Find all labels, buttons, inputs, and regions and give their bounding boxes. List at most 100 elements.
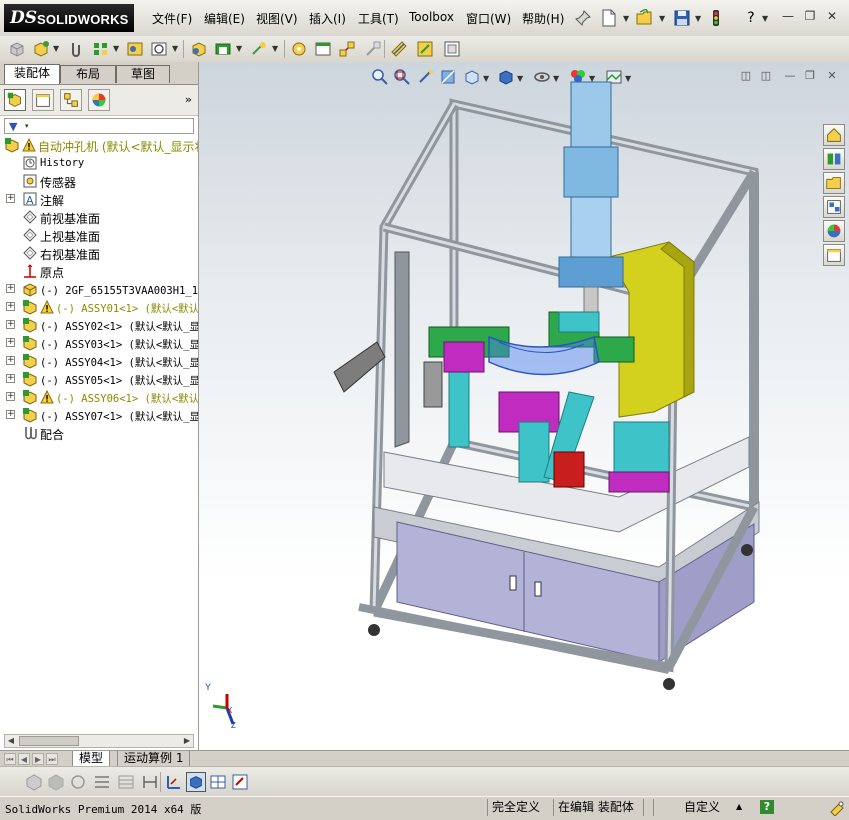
- tree-node[interactable]: 自动冲孔机 (默认<默认_显示状态-1>): [0, 136, 198, 154]
- last-tab-icon[interactable]: ⏭: [46, 753, 58, 765]
- tree-node[interactable]: + (-) ASSY03<1> (默认<默认_显示状态-1>): [0, 334, 198, 352]
- graphics-area[interactable]: ▼ ▼ ▼ ▼ ▼ ◫ ◫ — ❐ ✕ Y X Z: [199, 62, 849, 750]
- pin-icon[interactable]: [574, 9, 592, 27]
- menu-toolbox[interactable]: Toolbox: [409, 10, 454, 24]
- interference-detection-icon[interactable]: [390, 40, 408, 58]
- rebuild-status-icon[interactable]: [829, 800, 845, 816]
- previous-tab-icon[interactable]: ◀: [18, 753, 30, 765]
- unit-system-selector[interactable]: 自定义 ▲: [653, 799, 757, 816]
- wireframe-icon[interactable]: [92, 772, 112, 792]
- property-manager-tab-icon[interactable]: [32, 89, 54, 111]
- tree-node[interactable]: History: [0, 154, 198, 172]
- menu-window[interactable]: 窗口(W): [466, 10, 511, 27]
- tree-node[interactable]: 上视基准面: [0, 226, 198, 244]
- tree-filter[interactable]: ▼ ▾: [4, 118, 194, 134]
- tree-node[interactable]: + (-) ASSY06<1> (默认<默认_显示状态-1>): [0, 388, 198, 406]
- tab-assembly[interactable]: 装配体: [4, 64, 60, 84]
- filter-dropdown-icon[interactable]: ▾: [25, 122, 29, 130]
- view-settings-icon[interactable]: [230, 772, 250, 792]
- solidworks-resources-icon[interactable]: [823, 124, 845, 146]
- close-button[interactable]: ✕: [824, 9, 840, 23]
- hidden-lines-icon[interactable]: [68, 772, 88, 792]
- new-part-icon[interactable]: [32, 40, 50, 58]
- tree-horizontal-scrollbar[interactable]: ◀ ▶: [4, 734, 194, 748]
- tree-node[interactable]: + (-) ASSY01<1> (默认<默认_显示状态-1>): [0, 298, 198, 316]
- expand-icon[interactable]: +: [6, 410, 15, 419]
- custom-properties-icon[interactable]: [823, 244, 845, 266]
- menu-insert[interactable]: 插入(I): [309, 10, 346, 27]
- move-component-icon[interactable]: [150, 40, 168, 58]
- isometric-view-icon[interactable]: [186, 772, 206, 792]
- expand-icon[interactable]: +: [6, 302, 15, 311]
- tab-motion-study[interactable]: 运动算例 1: [117, 751, 191, 767]
- expand-icon[interactable]: +: [6, 392, 15, 401]
- configuration-manager-tab-icon[interactable]: [60, 89, 82, 111]
- tree-node[interactable]: + (-) ASSY02<1> (默认<默认_显示状态-1>): [0, 316, 198, 334]
- save-dropdown-icon[interactable]: ▼: [695, 14, 701, 23]
- first-tab-icon[interactable]: ⏮: [4, 753, 16, 765]
- linear-pattern-icon[interactable]: [92, 40, 110, 58]
- display-manager-tab-icon[interactable]: [88, 89, 110, 111]
- tab-model[interactable]: 模型: [72, 751, 111, 767]
- machine-3d-model[interactable]: [199, 62, 849, 750]
- feature-tree-tab-icon[interactable]: [4, 89, 26, 111]
- appearances-scenes-icon[interactable]: [823, 220, 845, 242]
- reference-dropdown-icon[interactable]: ▼: [272, 44, 278, 53]
- scroll-right-icon[interactable]: ▶: [181, 735, 193, 747]
- menu-help[interactable]: 帮助(H): [522, 10, 564, 27]
- expand-icon[interactable]: +: [6, 374, 15, 383]
- save-icon[interactable]: [673, 9, 691, 27]
- tile-views-icon[interactable]: [208, 772, 228, 792]
- tab-layout[interactable]: 布局: [60, 65, 116, 83]
- tree-node[interactable]: + A 注解: [0, 190, 198, 208]
- shaded-icon[interactable]: [46, 772, 66, 792]
- menu-tools[interactable]: 工具(T): [358, 10, 399, 27]
- new-document-icon[interactable]: [600, 9, 618, 27]
- expand-icon[interactable]: +: [6, 284, 15, 293]
- tree-node[interactable]: 前视基准面: [0, 208, 198, 226]
- move-dropdown-icon[interactable]: ▼: [172, 44, 178, 53]
- menu-edit[interactable]: 编辑(E): [204, 10, 245, 27]
- expand-icon[interactable]: +: [6, 320, 15, 329]
- insert-component-icon[interactable]: [8, 40, 26, 58]
- help-dropdown-icon[interactable]: ▼: [762, 14, 768, 23]
- mate-icon[interactable]: [68, 40, 86, 58]
- expand-icon[interactable]: +: [6, 338, 15, 347]
- design-library-icon[interactable]: [823, 148, 845, 170]
- tab-sketch[interactable]: 草图: [116, 65, 170, 83]
- tree-node[interactable]: + (-) ASSY05<1> (默认<默认_显示状态-1>): [0, 370, 198, 388]
- tree-node[interactable]: 原点: [0, 262, 198, 280]
- new-motion-study-icon[interactable]: [290, 40, 308, 58]
- assembly-features-icon[interactable]: [214, 40, 232, 58]
- reference-geometry-icon[interactable]: [250, 40, 268, 58]
- tree-node[interactable]: + (-) ASSY07<1> (默认<默认_显示状态-1>): [0, 406, 198, 424]
- features-dropdown-icon[interactable]: ▼: [236, 44, 242, 53]
- pattern-dropdown-icon[interactable]: ▼: [113, 44, 119, 53]
- rebuild-icon[interactable]: [707, 9, 725, 27]
- bill-of-materials-icon[interactable]: [314, 40, 332, 58]
- expand-icon[interactable]: +: [6, 356, 15, 365]
- scroll-left-icon[interactable]: ◀: [5, 735, 17, 747]
- open-folder-icon[interactable]: [636, 9, 654, 27]
- expand-icon[interactable]: +: [6, 194, 15, 203]
- instant3d-icon[interactable]: [416, 40, 434, 58]
- menu-file[interactable]: 文件(F): [152, 10, 192, 27]
- more-tabs-icon[interactable]: »: [185, 93, 192, 106]
- scroll-thumb[interactable]: [19, 736, 79, 746]
- tree-node[interactable]: 右视基准面: [0, 244, 198, 262]
- help-question-icon[interactable]: ?: [742, 9, 760, 27]
- menu-view[interactable]: 视图(V): [256, 10, 298, 27]
- solidworks-logo[interactable]: DS SOLIDWORKS: [4, 4, 134, 32]
- view-palette-icon[interactable]: [823, 196, 845, 218]
- filter-icon[interactable]: ▼: [9, 120, 17, 133]
- quick-tips-help-icon[interactable]: ?: [760, 800, 774, 814]
- dimension-icon[interactable]: [140, 772, 160, 792]
- exploded-view-icon[interactable]: [338, 40, 356, 58]
- open-dropdown-icon[interactable]: ▼: [659, 14, 665, 23]
- minimize-button[interactable]: —: [780, 9, 796, 23]
- tree-node[interactable]: + (-) 2GF_65155T3VAA003H1_1<1> (默认<默认_显示状…: [0, 280, 198, 298]
- smart-fasteners-icon[interactable]: [126, 40, 144, 58]
- shaded-with-edges-icon[interactable]: [24, 772, 44, 792]
- show-hidden-components-icon[interactable]: [190, 40, 208, 58]
- plane-display-icon[interactable]: [164, 772, 184, 792]
